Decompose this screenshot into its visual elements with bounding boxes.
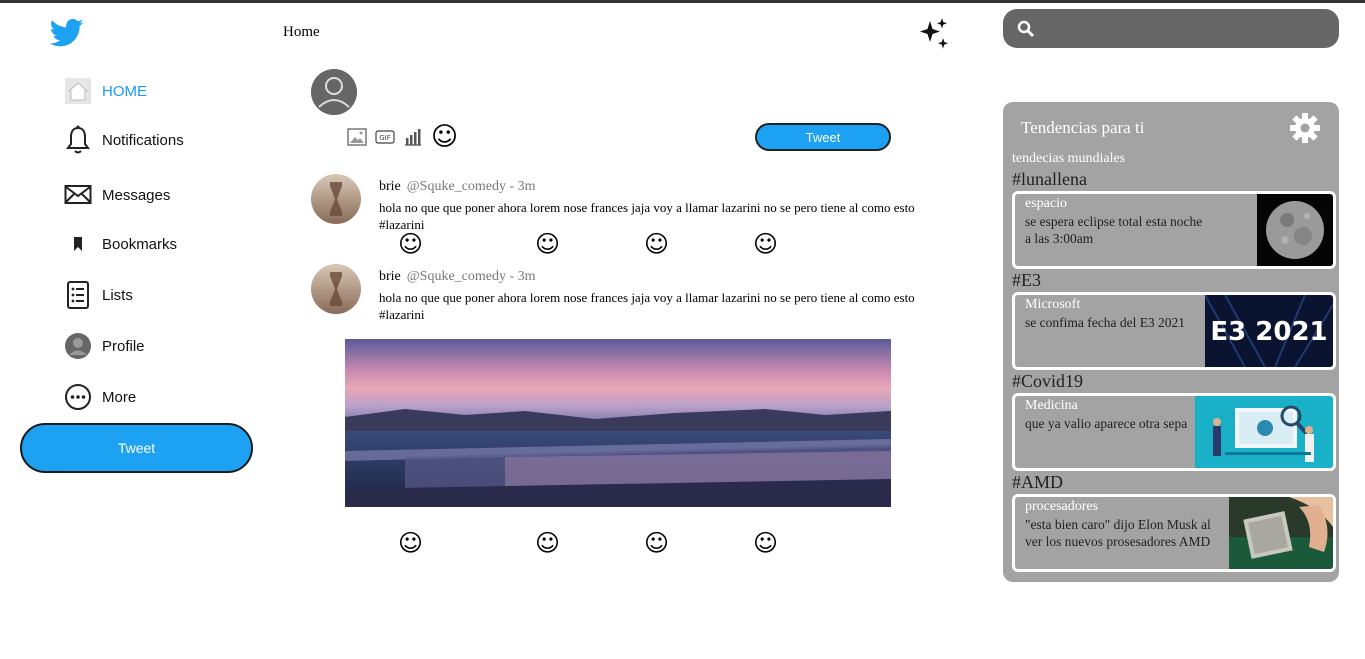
tweet-header: brie @Squke_comedy - 3m — [379, 179, 536, 195]
profile-icon — [64, 332, 92, 360]
tweet-image[interactable] — [345, 339, 891, 507]
sidebar-item-messages[interactable]: Messages — [64, 180, 170, 210]
trends-title: Tendencias para ti — [1021, 118, 1145, 137]
tweet-author[interactable]: brie — [379, 179, 401, 194]
search-input[interactable] — [1043, 19, 1339, 38]
e3-image-text: E3 2021 — [1210, 317, 1327, 347]
sidebar-item-profile[interactable]: Profile — [64, 331, 145, 361]
gif-icon[interactable]: GIF — [375, 130, 395, 144]
sidebar-item-label: HOME — [102, 82, 147, 100]
reply-icon[interactable]: ☺ — [398, 232, 423, 256]
trend-tag[interactable]: #lunallena — [1012, 169, 1087, 190]
trends-panel: Tendencias para ti tendecias mundiales #… — [1003, 102, 1339, 582]
top-border — [0, 0, 1365, 3]
home-icon — [64, 77, 92, 105]
trend-card[interactable]: espacio se espera eclipse total esta noc… — [1012, 191, 1336, 269]
more-icon — [64, 383, 92, 411]
sidebar-item-label: Profile — [102, 337, 145, 355]
trend-card[interactable]: procesadores "esta bien caro" dijo Elon … — [1012, 494, 1336, 572]
compose-toolbar: GIF ☺ — [347, 124, 466, 150]
tweet-avatar[interactable] — [311, 174, 361, 224]
sidebar-item-bookmarks[interactable]: Bookmarks — [64, 229, 177, 259]
trend-tag[interactable]: #E3 — [1012, 270, 1041, 291]
sidebar-item-home[interactable]: HOME — [64, 76, 147, 106]
sidebar-item-label: Bookmarks — [102, 235, 178, 253]
list-icon — [64, 281, 92, 309]
share-icon[interactable]: ☺ — [753, 232, 778, 256]
tweet-header: brie @Squke_comedy - 3m — [379, 269, 536, 285]
like-icon[interactable]: ☺ — [644, 531, 669, 555]
moon-image — [1257, 194, 1333, 266]
bell-icon — [64, 125, 92, 154]
image-icon[interactable] — [347, 128, 367, 146]
sparkle-icon[interactable] — [918, 17, 952, 51]
retweet-icon[interactable]: ☺ — [535, 232, 560, 256]
gear-icon[interactable] — [1289, 112, 1321, 144]
sidebar-item-label: Lists — [102, 286, 133, 304]
e3-image: E3 2021 — [1204, 295, 1333, 367]
compose-tweet-button[interactable]: Tweet — [755, 123, 891, 151]
trend-tag[interactable]: #AMD — [1012, 472, 1063, 493]
sidebar-item-more[interactable]: More — [64, 382, 136, 412]
trend-card-title: procesadores — [1025, 499, 1099, 514]
sidebar-item-label: Messages — [102, 186, 171, 204]
trend-card-title: espacio — [1025, 196, 1067, 211]
trend-card[interactable]: Microsoft se confima fecha del E3 2021 E… — [1012, 292, 1336, 370]
retweet-icon[interactable]: ☺ — [535, 531, 560, 555]
trend-card-title: Medicina — [1025, 398, 1078, 413]
tweet-author[interactable]: brie — [379, 269, 401, 284]
sidebar-item-lists[interactable]: Lists — [64, 280, 133, 310]
trend-card-body: que ya valio aparece otra sepa — [1025, 416, 1188, 431]
bookmark-icon — [64, 230, 92, 258]
sidebar-tweet-button[interactable]: Tweet — [20, 423, 253, 473]
tweet-text: hola no que que poner ahora lorem nose f… — [379, 290, 915, 322]
sidebar-item-label: More — [102, 388, 137, 406]
trend-tag[interactable]: #Covid19 — [1012, 371, 1083, 392]
medicine-image — [1195, 396, 1333, 468]
tweet-text: hola no que que poner ahora lorem nose f… — [379, 200, 915, 232]
trend-card-body: se confima fecha del E3 2021 — [1025, 315, 1186, 330]
tweet-handle: @Squke_comedy - 3m — [406, 179, 536, 194]
envelope-icon — [64, 181, 92, 209]
search-icon — [1017, 20, 1035, 38]
tweet-handle: @Squke_comedy - 3m — [406, 269, 536, 284]
poll-icon[interactable] — [403, 127, 423, 147]
share-icon[interactable]: ☺ — [753, 531, 778, 555]
emoji-icon[interactable]: ☺ — [431, 124, 458, 150]
avatar[interactable] — [311, 69, 357, 115]
twitter-bird-icon[interactable] — [49, 18, 84, 48]
trends-subtitle: tendecias mundiales — [1012, 151, 1126, 166]
page-title: Home — [283, 24, 320, 40]
reply-icon[interactable]: ☺ — [398, 531, 423, 555]
sidebar-item-label: Notifications — [102, 131, 184, 149]
like-icon[interactable]: ☺ — [644, 232, 669, 256]
trend-card[interactable]: Medicina que ya valio aparece otra sepa — [1012, 393, 1336, 471]
tweet-avatar[interactable] — [311, 264, 361, 314]
trend-card-body: se espera eclipse total esta noche a las… — [1025, 214, 1203, 246]
amd-processor-image — [1229, 497, 1333, 569]
sidebar-item-notifications[interactable]: Notifications — [64, 125, 184, 155]
search-bar[interactable] — [1003, 9, 1339, 48]
svg-text:GIF: GIF — [379, 134, 391, 142]
trend-card-title: Microsoft — [1025, 297, 1081, 312]
trend-card-body: "esta bien caro" dijo Elon Musk al ver l… — [1025, 517, 1211, 549]
